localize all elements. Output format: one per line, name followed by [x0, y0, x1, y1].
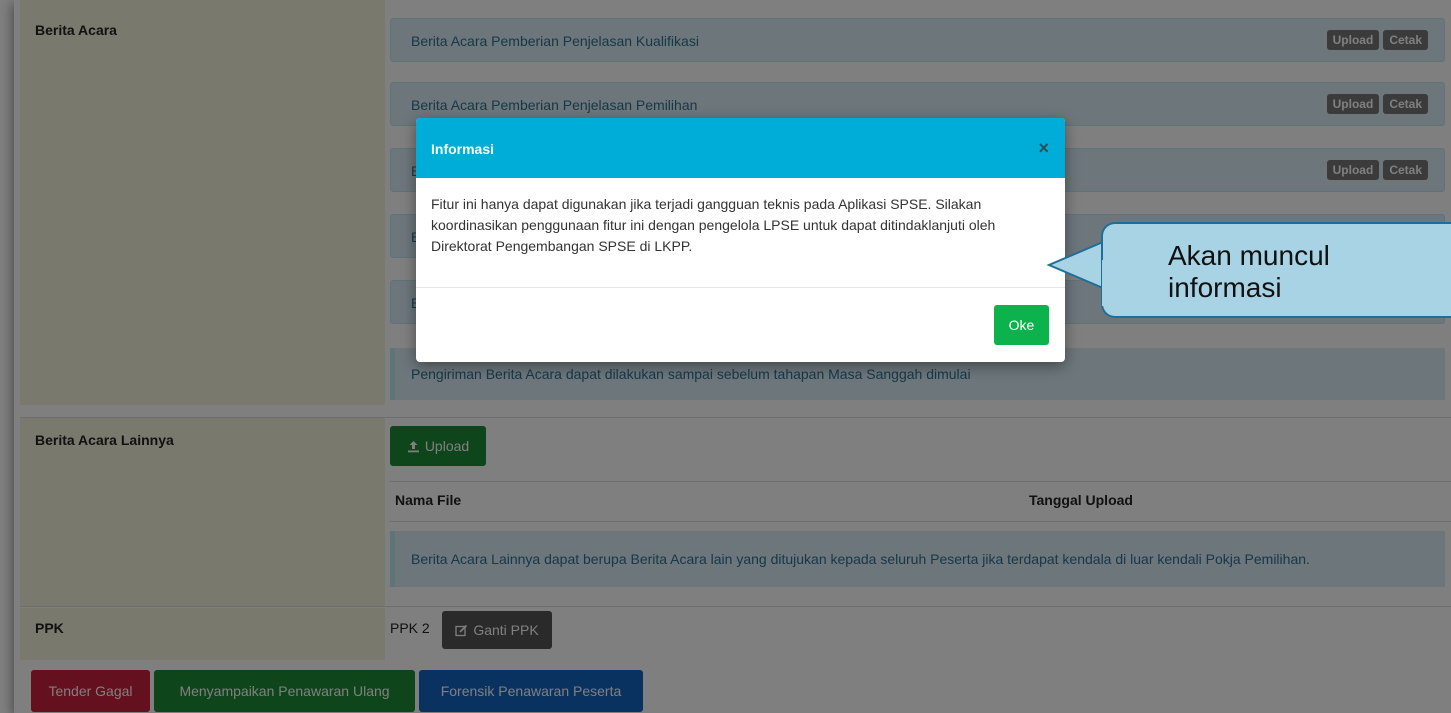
callout-joint [1102, 260, 1108, 306]
callout-annotation: Akan muncul informasi [1101, 222, 1451, 320]
modal-header: Informasi × [416, 118, 1065, 178]
modal-title: Informasi [431, 141, 495, 157]
informasi-modal: Informasi × Fitur ini hanya dapat diguna… [416, 118, 1065, 362]
callout-pointer [1046, 241, 1104, 289]
modal-footer-divider [416, 287, 1065, 288]
modal-body-text: Fitur ini hanya dapat digunakan jika ter… [431, 196, 996, 254]
oke-button[interactable]: Oke [994, 305, 1049, 345]
close-icon[interactable]: × [1038, 139, 1049, 157]
callout-text: Akan muncul informasi [1168, 240, 1330, 303]
